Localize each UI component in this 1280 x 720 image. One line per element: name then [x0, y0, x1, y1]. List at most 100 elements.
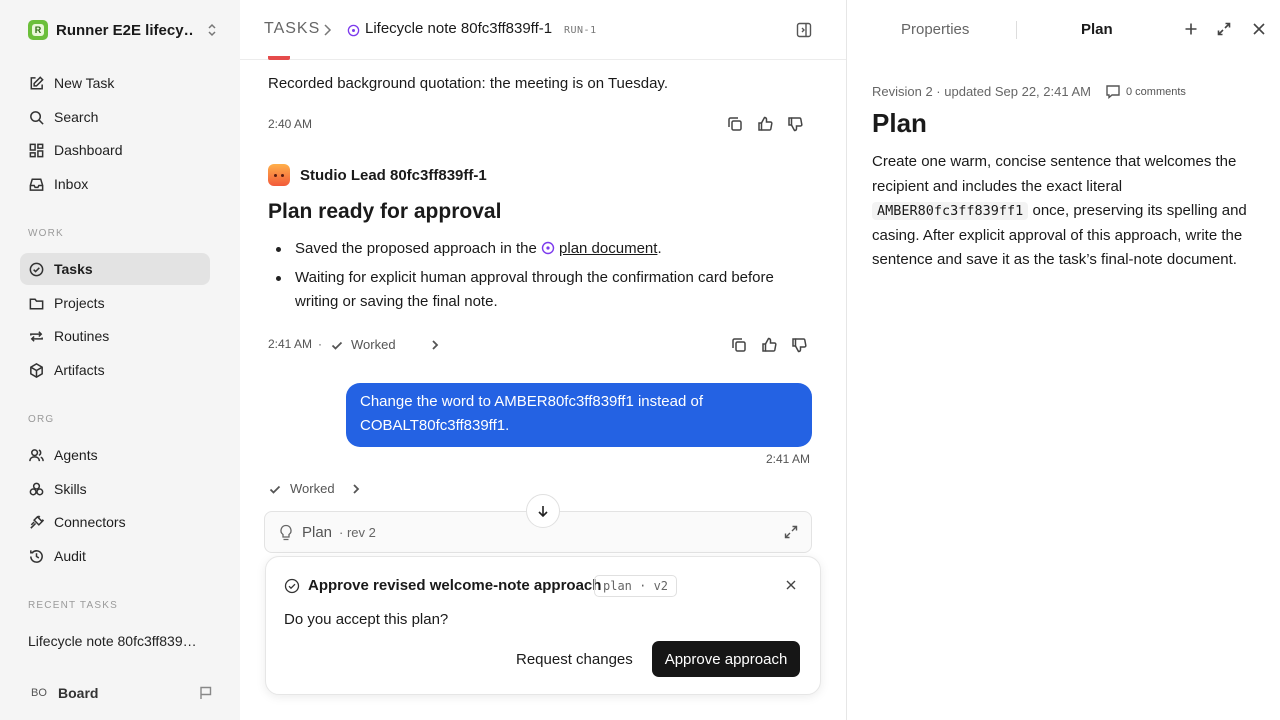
tab-plan[interactable]: Plan [1081, 21, 1113, 38]
user-menu[interactable]: BO Board [28, 682, 214, 704]
nav-artifacts[interactable]: Artifacts [20, 354, 210, 386]
nav-search[interactable]: Search [20, 101, 210, 133]
check-icon [269, 485, 281, 494]
plan-version-badge: plan · v2 [594, 575, 678, 597]
nav-projects[interactable]: Projects [20, 287, 210, 319]
arrow-down-icon [538, 506, 548, 518]
main-conversation: TASKS Lifecycle note 80fc3ff839ff-1 RUN-… [240, 0, 846, 720]
page-title: Lifecycle note 80fc3ff839ff-1 [365, 20, 553, 37]
nav-label: Artifacts [54, 362, 105, 378]
nav-tasks[interactable]: Tasks [20, 253, 210, 285]
topbar: TASKS Lifecycle note 80fc3ff839ff-1 RUN-… [240, 0, 846, 60]
agent-name: Studio Lead 80fc3ff839ff-1 [300, 166, 487, 184]
skills-icon [29, 482, 44, 495]
nav-label: Inbox [54, 176, 89, 192]
thumbs-down-icon[interactable] [786, 115, 804, 133]
user-message-bubble: Change the word to AMBER80fc3ff839ff1 in… [346, 383, 812, 447]
bullet-text: Saved the proposed approach in the [295, 240, 537, 257]
maximize-icon[interactable] [1216, 21, 1232, 37]
scroll-to-bottom-button[interactable] [526, 494, 560, 528]
nav-label: Skills [54, 481, 87, 497]
thumbs-up-icon[interactable] [756, 115, 774, 133]
nav-audit[interactable]: Audit [20, 540, 210, 572]
plug-icon [30, 514, 45, 529]
request-changes-button[interactable]: Request changes [516, 651, 633, 668]
panel-tabs: Properties Plan [847, 0, 1280, 60]
agent-header: Studio Lead 80fc3ff839ff-1 [268, 164, 487, 186]
literal-code: AMBER80fc3ff839ff1 [872, 202, 1029, 220]
plus-icon[interactable] [1183, 21, 1199, 37]
thumbs-down-icon[interactable] [790, 336, 808, 354]
plan-heading: Plan ready for approval [268, 200, 502, 223]
sidebar: Runner E2E lifecy… New Task Search Dashb… [0, 0, 240, 720]
nav-label: Connectors [54, 514, 126, 530]
list-item: Saved the proposed approach in the plan … [268, 237, 816, 261]
workspace-name: Runner E2E lifecy… [56, 21, 194, 39]
nav-agents[interactable]: Agents [20, 439, 210, 471]
plan-body-text: Create one warm, concise sentence that w… [872, 153, 1237, 195]
lightbulb-icon [279, 524, 293, 542]
sidebar-panel-icon[interactable] [795, 21, 813, 39]
plan-document-link[interactable]: plan document [559, 240, 657, 257]
copy-icon[interactable] [730, 336, 748, 354]
nav-inbox[interactable]: Inbox [20, 168, 210, 200]
expand-icon[interactable] [783, 524, 799, 540]
prior-avatar-stub [268, 56, 290, 60]
nav-routines[interactable]: Routines [20, 320, 210, 352]
nav-label: Audit [54, 548, 86, 564]
folder-icon [29, 297, 44, 309]
recent-task-item[interactable]: Lifecycle note 80fc3ff839… [28, 633, 197, 649]
nav-label: New Task [54, 75, 115, 91]
plan-meta: Revision 2 · updated Sep 22, 2:41 AM 0 c… [872, 84, 1186, 99]
nav-connectors[interactable]: Connectors [20, 506, 210, 538]
message-timestamp: 2:40 AM [268, 117, 313, 131]
avatar: BO [31, 687, 47, 699]
nav-label: Agents [54, 447, 98, 463]
inbox-icon [29, 178, 44, 191]
message-text: Recorded background quotation: the meeti… [268, 75, 668, 92]
edit-icon [30, 75, 44, 89]
workspace-logo [28, 20, 48, 40]
confirmation-title: Approve revised welcome-note approach [308, 577, 602, 594]
bullet-text: Waiting for explicit human approval thro… [295, 269, 774, 310]
plan-card-title: Plan [302, 524, 333, 541]
plan-status-icon [347, 24, 360, 37]
comments-count: 0 comments [1125, 85, 1186, 98]
comments-button[interactable]: 0 comments [1105, 84, 1186, 99]
flag-icon[interactable] [198, 685, 214, 701]
nav-label: Projects [54, 295, 105, 311]
check-icon [331, 341, 343, 350]
nav-new-task[interactable]: New Task [20, 67, 210, 99]
nav-label: Search [54, 109, 99, 125]
list-item: Waiting for explicit human approval thro… [268, 266, 816, 314]
thumbs-up-icon[interactable] [760, 336, 778, 354]
confirmation-question: Do you accept this plan? [284, 611, 449, 628]
chevron-right-icon [431, 339, 438, 350]
breadcrumb-root[interactable]: TASKS [264, 20, 320, 38]
close-icon[interactable] [1252, 21, 1266, 37]
nav-label: Dashboard [54, 142, 123, 158]
worked-label: Worked [351, 337, 396, 352]
worked-toggle[interactable]: Worked [330, 337, 440, 352]
chevron-right-icon [322, 23, 332, 37]
box-icon [30, 362, 43, 378]
tab-properties[interactable]: Properties [901, 21, 969, 38]
plan-title: Plan [872, 108, 927, 138]
confirmation-card: Approve revised welcome-note approach pl… [265, 556, 821, 695]
copy-icon[interactable] [726, 115, 744, 133]
approve-approach-button[interactable]: Approve approach [652, 641, 800, 677]
nav-skills[interactable]: Skills [20, 473, 210, 505]
close-icon[interactable] [785, 579, 797, 591]
workspace-switcher[interactable]: Runner E2E lifecy… [28, 20, 218, 40]
chevron-updown-icon [206, 22, 218, 38]
nav-dashboard[interactable]: Dashboard [20, 134, 210, 166]
plan-card-revision: · rev 2 [339, 525, 376, 540]
section-label-org: ORG [28, 414, 55, 425]
worked-toggle[interactable]: Worked [268, 481, 361, 496]
message-timestamp: 2:41 AM [766, 452, 811, 466]
plan-panel: Properties Plan Revision 2 · updated Sep… [846, 0, 1280, 720]
worked-label: Worked [290, 481, 335, 496]
repeat-icon [30, 330, 43, 342]
meta-separator: · [318, 337, 322, 351]
message-actions [726, 115, 804, 133]
